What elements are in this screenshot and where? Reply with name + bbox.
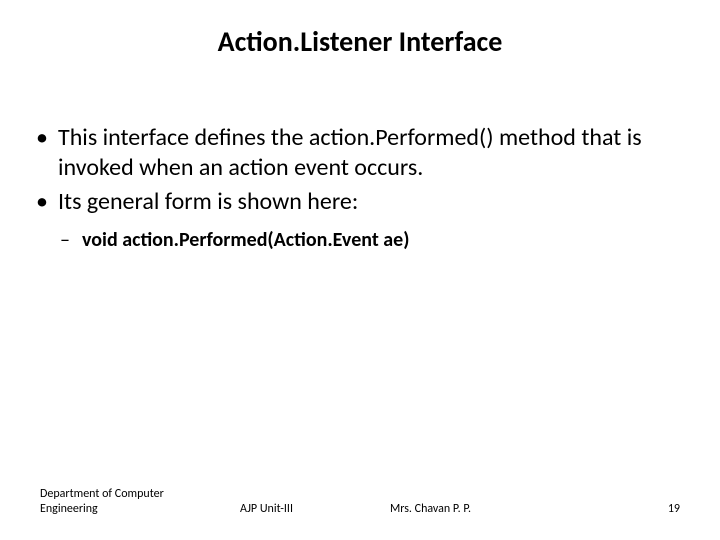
slide-footer: Department of Computer Engineering AJP U… <box>0 487 720 516</box>
footer-course: AJP Unit-III <box>240 502 390 516</box>
footer-author: Mrs. Chavan P. P. <box>390 502 570 516</box>
sub-bullet-item: void action.Performed(Action.Event ae) <box>30 227 690 253</box>
bullet-list: This interface defines the action.Perfor… <box>30 123 690 217</box>
footer-department: Department of Computer Engineering <box>40 487 240 516</box>
sub-bullet-list: void action.Performed(Action.Event ae) <box>30 227 690 253</box>
footer-dept-line2: Engineering <box>40 502 240 516</box>
slide-content: This interface defines the action.Perfor… <box>0 83 720 253</box>
bullet-item: Its general form is shown here: <box>30 187 690 217</box>
bullet-item: This interface defines the action.Perfor… <box>30 123 690 183</box>
slide-title: Action.Listener Interface <box>0 0 720 83</box>
footer-page-number: 19 <box>570 502 680 516</box>
footer-dept-line1: Department of Computer <box>40 487 240 501</box>
